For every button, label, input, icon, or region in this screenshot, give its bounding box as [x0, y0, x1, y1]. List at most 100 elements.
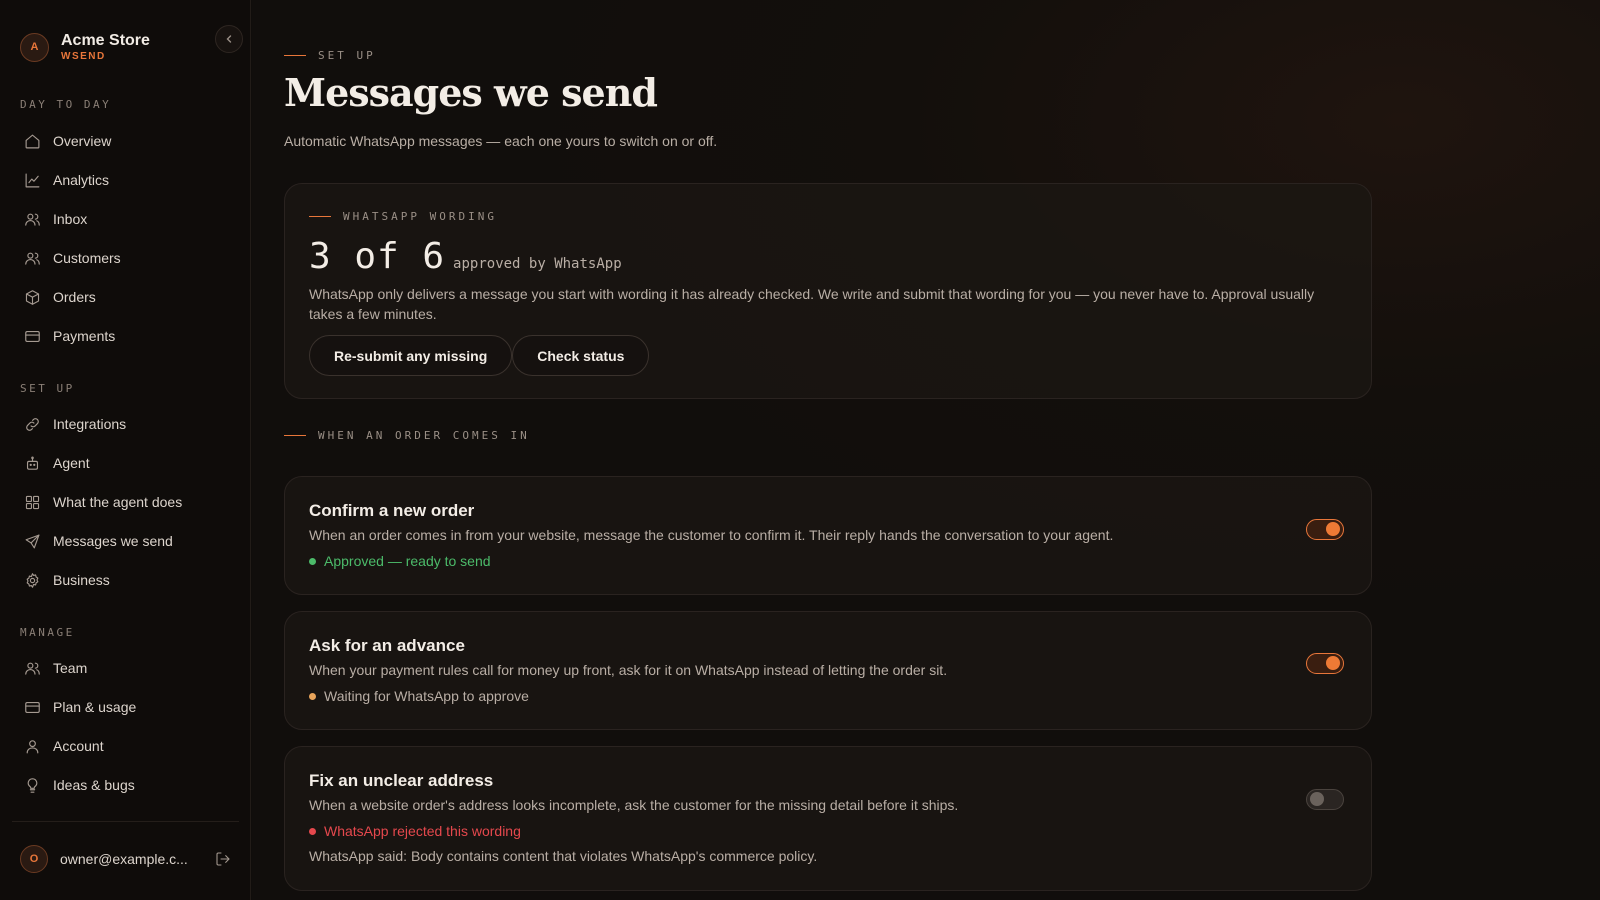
sidebar-item-inbox[interactable]: Inbox: [20, 202, 235, 236]
wording-eyebrow-text: WHATSAPP WORDING: [343, 210, 497, 223]
sidebar-item-label: Plan & usage: [53, 699, 137, 715]
whatsapp-wording-card: WHATSAPP WORDING 3 of 6 approved by What…: [284, 183, 1372, 399]
card-icon: [25, 701, 40, 713]
message-title: Fix an unclear address: [309, 771, 494, 790]
sidebar-item-label: Business: [53, 572, 110, 588]
home-icon: [25, 134, 40, 148]
sidebar-item-label: Payments: [53, 328, 116, 344]
wording-eyebrow: WHATSAPP WORDING: [309, 210, 497, 223]
logout-button[interactable]: [214, 850, 232, 868]
box-icon: [25, 289, 40, 305]
rejection-reason: WhatsApp said: Body contains content tha…: [309, 848, 818, 864]
status-badge: WhatsApp rejected this wording: [309, 823, 521, 839]
sidebar-item-payments[interactable]: Payments: [20, 319, 235, 353]
status-text: WhatsApp rejected this wording: [324, 823, 521, 839]
status-dot: [309, 692, 316, 700]
grid-icon: [25, 495, 40, 509]
toggle-knob: [1326, 522, 1340, 536]
users-icon: [25, 213, 40, 226]
users-icon: [25, 252, 40, 265]
sidebar-divider: [12, 821, 239, 822]
eyebrow-dash: [284, 55, 306, 56]
message-description: When a website order's address looks inc…: [309, 797, 959, 813]
nav-section-manage: MANAGE: [20, 626, 75, 639]
sidebar-item-agent[interactable]: Agent: [20, 446, 235, 480]
send-icon: [25, 534, 40, 548]
message-card-confirm-order: Confirm a new order When an order comes …: [284, 476, 1372, 595]
sidebar-item-label: Messages we send: [53, 533, 173, 549]
message-card-fix-address: Fix an unclear address When a website or…: [284, 746, 1372, 891]
message-description: When an order comes in from your website…: [309, 527, 1114, 543]
page-eyebrow-text: SET UP: [318, 49, 376, 62]
sidebar-item-account[interactable]: Account: [20, 729, 235, 763]
message-description: When your payment rules call for money u…: [309, 662, 948, 678]
user-icon: [26, 739, 39, 753]
status-dot: [309, 557, 316, 565]
status-text: Waiting for WhatsApp to approve: [324, 688, 529, 704]
eyebrow-dash: [309, 216, 331, 217]
sidebar-item-integrations[interactable]: Integrations: [20, 407, 235, 441]
collapse-sidebar-button[interactable]: [215, 25, 243, 53]
page-title: Messages we send: [284, 70, 658, 115]
sidebar-item-label: Customers: [53, 250, 121, 266]
brand-product: WSEND: [61, 50, 106, 62]
sidebar-item-customers[interactable]: Customers: [20, 241, 235, 275]
sidebar-item-label: What the agent does: [53, 494, 183, 510]
sidebar-item-label: Analytics: [53, 172, 110, 188]
sidebar-item-team[interactable]: Team: [20, 651, 235, 685]
user-menu[interactable]: O owner@example.c...: [20, 845, 235, 873]
sidebar-item-business[interactable]: Business: [20, 563, 235, 597]
bot-icon: [26, 456, 39, 470]
logout-icon: [216, 852, 230, 866]
sidebar: A Acme Store WSEND DAY TO DAY Overview A…: [0, 0, 251, 900]
toggle-knob: [1310, 792, 1324, 806]
chevron-left-icon: [226, 35, 232, 43]
message-title: Confirm a new order: [309, 501, 475, 520]
wording-actions: Re-submit any missing Check status: [309, 335, 650, 376]
sidebar-item-label: Account: [53, 738, 104, 754]
eyebrow-dash: [284, 435, 306, 436]
check-status-button[interactable]: Check status: [512, 335, 650, 376]
avatar: O: [20, 845, 48, 873]
message-toggle[interactable]: [1306, 653, 1344, 674]
wording-description: WhatsApp only delivers a message you sta…: [309, 286, 1315, 322]
status-text: Approved — ready to send: [324, 553, 491, 569]
toggle-knob: [1326, 656, 1340, 670]
link-icon: [26, 417, 39, 431]
message-toggle[interactable]: [1306, 519, 1344, 540]
message-title: Ask for an advance: [309, 636, 465, 655]
sidebar-item-orders[interactable]: Orders: [20, 280, 235, 314]
brand[interactable]: A Acme Store WSEND: [20, 31, 150, 63]
message-card-ask-advance: Ask for an advance When your payment rul…: [284, 611, 1372, 730]
sidebar-item-label: Agent: [53, 455, 90, 471]
approval-count-suffix: approved by WhatsApp: [453, 256, 622, 272]
sidebar-item-label: Inbox: [53, 211, 88, 227]
sidebar-item-messages-we-send[interactable]: Messages we send: [20, 524, 235, 558]
status-badge: Waiting for WhatsApp to approve: [309, 688, 529, 704]
sidebar-item-ideas-bugs[interactable]: Ideas & bugs: [20, 768, 235, 802]
page-subtitle: Automatic WhatsApp messages — each one y…: [284, 133, 718, 149]
order-section-eyebrow: WHEN AN ORDER COMES IN: [284, 429, 530, 442]
brand-avatar: A: [20, 32, 49, 62]
approval-count-value: 3 of 6: [309, 236, 446, 277]
users-icon: [25, 662, 40, 675]
resubmit-missing-button[interactable]: Re-submit any missing: [309, 335, 513, 376]
sidebar-item-plan-usage[interactable]: Plan & usage: [20, 690, 235, 724]
sidebar-item-what-the-agent-does[interactable]: What the agent does: [20, 485, 235, 519]
nav-section-set-up: SET UP: [20, 382, 75, 395]
sidebar-item-label: Orders: [53, 289, 96, 305]
sidebar-item-label: Ideas & bugs: [53, 777, 135, 793]
user-email: owner@example.c...: [60, 851, 188, 867]
message-toggle[interactable]: [1306, 789, 1344, 810]
nav-section-day-to-day: DAY TO DAY: [20, 98, 112, 111]
sidebar-item-label: Integrations: [53, 416, 127, 432]
card-icon: [25, 330, 40, 342]
approval-count: 3 of 6 approved by WhatsApp: [309, 236, 622, 277]
sidebar-item-label: Overview: [53, 133, 112, 149]
chart-icon: [25, 173, 40, 187]
sidebar-item-overview[interactable]: Overview: [20, 124, 235, 158]
brand-name: Acme Store: [61, 31, 150, 49]
sidebar-item-analytics[interactable]: Analytics: [20, 163, 235, 197]
main-content: SET UP Messages we send Automatic WhatsA…: [252, 0, 1600, 900]
order-section-eyebrow-text: WHEN AN ORDER COMES IN: [318, 429, 530, 442]
